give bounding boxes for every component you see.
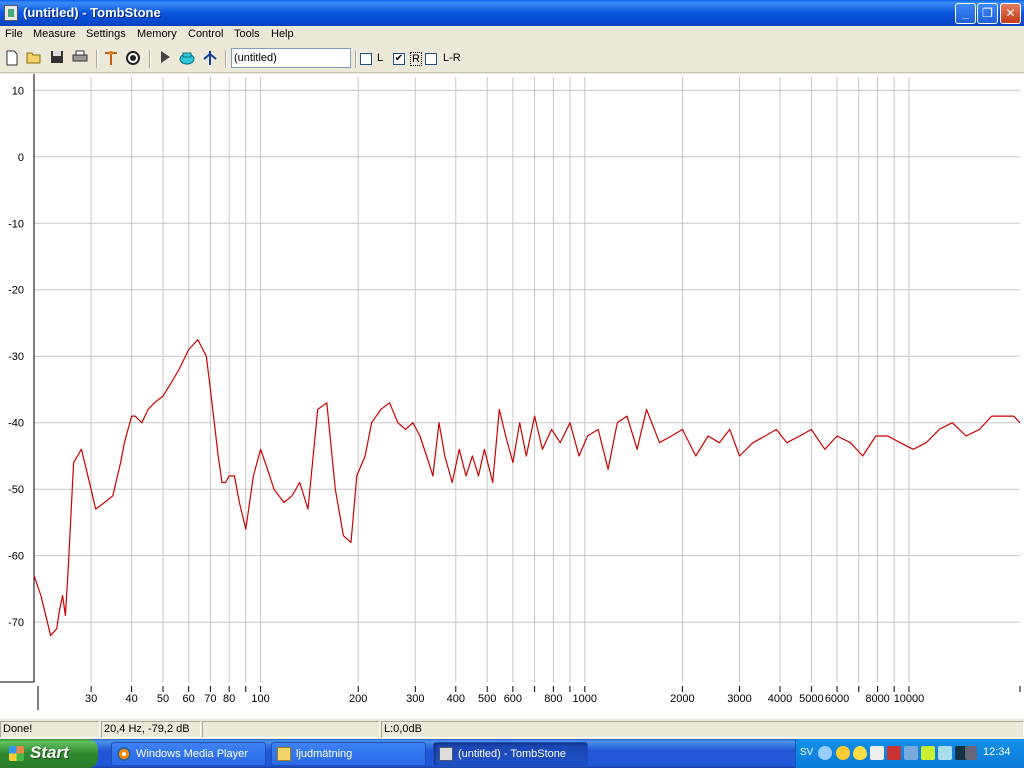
network-globe-icon[interactable] <box>836 746 850 760</box>
save-icon[interactable] <box>48 50 66 68</box>
taskbar-item-label: ljudmätning <box>296 748 353 760</box>
x-tick-label: 3000 <box>727 693 751 705</box>
x-tick-label: 1000 <box>573 693 597 705</box>
microphone-icon[interactable] <box>102 50 120 68</box>
channel-r-label: R <box>410 52 422 66</box>
window-title: (untitled) - TombStone <box>23 5 161 20</box>
channel-l-checkbox[interactable] <box>360 53 372 65</box>
monitor-icon[interactable] <box>965 746 977 760</box>
x-tick-label: 400 <box>447 693 465 705</box>
taskbar-item-tombstone[interactable]: (untitled) - TombStone <box>433 742 588 766</box>
status-level-readout: L:0,0dB <box>381 721 1024 738</box>
x-tick-label: 100 <box>251 693 269 705</box>
x-tick-label: 50 <box>157 693 169 705</box>
channel-r-checkbox[interactable]: ✔ <box>393 53 405 65</box>
usb-device-icon[interactable] <box>938 746 952 760</box>
title-bar[interactable]: (untitled) - TombStone _ ❐ ✕ <box>0 0 1024 26</box>
y-tick-label: -50 <box>8 484 24 496</box>
menu-bar: File Measure Settings Memory Control Too… <box>0 26 1024 45</box>
tray-expand-icon[interactable] <box>818 746 832 760</box>
status-state: Done! <box>0 721 100 738</box>
x-tick-label: 4000 <box>768 693 792 705</box>
play-icon[interactable] <box>156 50 174 68</box>
print-icon[interactable] <box>71 50 89 68</box>
y-tick-label: -60 <box>8 551 24 563</box>
new-file-icon[interactable] <box>3 50 21 68</box>
x-tick-label: 500 <box>478 693 496 705</box>
security-shield-icon[interactable] <box>853 746 867 760</box>
y-tick-label: -70 <box>8 617 24 629</box>
y-tick-label: 10 <box>12 85 24 97</box>
measurement-name-input[interactable] <box>231 48 351 68</box>
cursor-icon[interactable] <box>201 50 219 68</box>
clock: 12:34 <box>983 746 1011 758</box>
frequency-response-chart[interactable]: 100-10-20-30-40-50-60-7030 40 50 60 70 80 100 2… <box>0 74 1024 718</box>
tombstone-app-icon <box>439 747 453 761</box>
x-tick-label: 800 <box>544 693 562 705</box>
folder-icon <box>277 747 291 761</box>
start-button[interactable]: Start <box>0 739 98 768</box>
channel-lr-label: L-R <box>443 52 461 64</box>
y-tick-label: -20 <box>8 285 24 297</box>
x-tick-label: 60 <box>183 693 195 705</box>
x-tick-label: 80 <box>223 693 235 705</box>
taskbar-item-label: (untitled) - TombStone <box>458 748 567 760</box>
y-tick-label: 0 <box>18 152 24 164</box>
status-bar: Done! 20,4 Hz, -79,2 dB L:0,0dB <box>0 718 1024 739</box>
start-label: Start <box>30 743 69 762</box>
x-tick-label: 5000 <box>799 693 823 705</box>
toolbar-separator <box>225 50 227 68</box>
x-tick-label: 6000 <box>825 693 849 705</box>
x-tick-label: 300 <box>406 693 424 705</box>
taskbar-item-folder[interactable]: ljudmätning <box>271 742 426 766</box>
open-folder-icon[interactable] <box>25 50 43 68</box>
x-tick-label: 2000 <box>670 693 694 705</box>
status-empty-pane <box>202 721 380 738</box>
y-tick-label: -30 <box>8 351 24 363</box>
y-tick-label: -10 <box>8 218 24 230</box>
toolbar-separator <box>96 50 98 68</box>
network-disconnected-icon[interactable] <box>887 746 901 760</box>
x-tick-label: 200 <box>349 693 367 705</box>
menu-tools[interactable]: Tools <box>234 28 260 40</box>
y-tick-label: -40 <box>8 418 24 430</box>
channel-l-label: L <box>377 52 384 64</box>
maximize-button[interactable]: ❐ <box>977 3 998 24</box>
x-tick-label: 8000 <box>865 693 889 705</box>
x-tick-label: 30 <box>85 693 97 705</box>
x-tick-label: 10000 <box>894 693 925 705</box>
menu-memory[interactable]: Memory <box>137 28 177 40</box>
windows-flag-icon <box>9 746 24 761</box>
tombstone-app-icon[interactable] <box>4 5 18 21</box>
minimize-button[interactable]: _ <box>955 3 976 24</box>
language-indicator[interactable]: SV <box>800 747 813 758</box>
frequency-response-plot[interactable]: 10 0 -10 -20 -30 -40 -50 -60 -70 30 40 50 60 70 80 100 2… <box>0 74 1024 718</box>
record-icon[interactable] <box>178 50 196 68</box>
media-player-icon <box>117 747 131 761</box>
channel-lr-checkbox[interactable] <box>425 53 437 65</box>
volume-icon[interactable] <box>870 746 884 760</box>
taskbar: Start Windows Media Player ljudmätning (… <box>0 739 1024 768</box>
x-tick-label: 40 <box>125 693 137 705</box>
menu-file[interactable]: File <box>5 28 23 40</box>
toolbar-separator <box>355 50 357 68</box>
toolbar <box>0 45 1024 73</box>
taskbar-item-label: Windows Media Player <box>136 748 248 760</box>
speaker-icon[interactable] <box>124 50 142 68</box>
taskbar-item-media-player[interactable]: Windows Media Player <box>111 742 266 766</box>
menu-control[interactable]: Control <box>188 28 223 40</box>
menu-help[interactable]: Help <box>271 28 294 40</box>
close-button[interactable]: ✕ <box>1000 3 1021 24</box>
x-tick-label: 70 <box>204 693 216 705</box>
toolbar-separator <box>149 50 151 68</box>
menu-measure[interactable]: Measure <box>33 28 76 40</box>
antivirus-icon[interactable] <box>921 746 935 760</box>
response-curve <box>33 339 1021 637</box>
status-cursor-readout: 20,4 Hz, -79,2 dB <box>101 721 201 738</box>
system-tray: SV 12:34 <box>795 739 1024 768</box>
network-connection-icon[interactable] <box>904 746 918 760</box>
menu-settings[interactable]: Settings <box>86 28 126 40</box>
x-tick-label: 600 <box>504 693 522 705</box>
